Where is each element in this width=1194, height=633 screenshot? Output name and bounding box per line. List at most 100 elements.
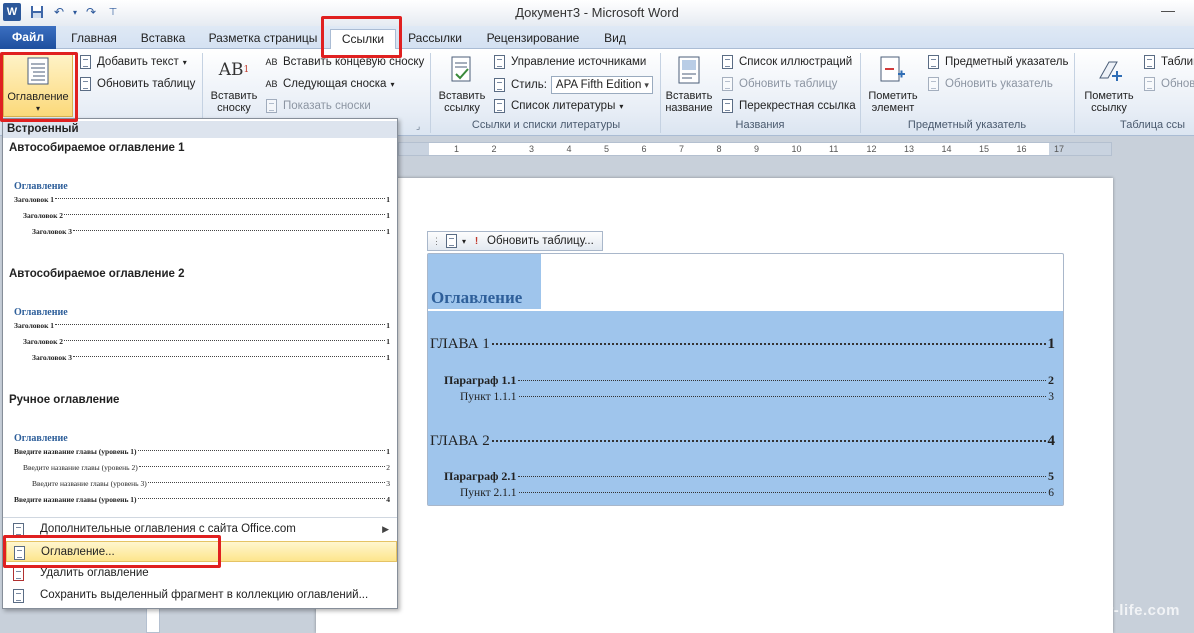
preview-heading: Оглавление: [14, 181, 68, 192]
table-of-figures-label: Список иллюстраций: [739, 56, 853, 68]
toc-entry-text: Пункт 1.1.1: [460, 391, 517, 403]
minimize-icon[interactable]: —: [1156, 2, 1180, 20]
tab-page-layout[interactable]: Разметка страницы: [202, 29, 324, 49]
update-toc-button[interactable]: Обновить таблицу: [78, 77, 195, 91]
window-title: Документ3 - Microsoft Word: [515, 5, 679, 20]
update-table-icon: [78, 77, 93, 91]
ruler-number: 2: [491, 144, 497, 154]
toc-entry-text: Параграф 2.1: [444, 469, 517, 483]
toc-entry-text: Параграф 1.1: [444, 373, 517, 387]
ruler-number: 6: [641, 144, 647, 154]
gallery-section-header: Встроенный: [3, 121, 397, 138]
manage-sources-button[interactable]: Управление источниками: [492, 55, 646, 69]
insert-authorities-label: Таблиц: [1161, 56, 1194, 68]
manual-toc-title: Ручное оглавление: [9, 394, 120, 406]
insert-footnote-button[interactable]: AB 1 Вставить сноску: [206, 53, 262, 115]
insert-citation-label: Вставить ссылку: [438, 90, 486, 114]
citation-style-value: APA Fifth Edition: [555, 79, 642, 91]
group-separator: [430, 53, 431, 133]
remove-toc-item[interactable]: Удалить оглавление: [6, 563, 397, 584]
show-notes-button[interactable]: Показать сноски: [264, 99, 371, 113]
insert-endnote-button[interactable]: AB Вставить концевую сноску: [264, 55, 424, 69]
toc-entry-page: 1: [1047, 336, 1056, 352]
show-notes-label: Показать сноски: [283, 100, 371, 112]
tab-insert[interactable]: Вставка: [132, 29, 194, 49]
insert-citation-button[interactable]: Вставить ссылку: [434, 53, 490, 114]
toc-entry[interactable]: ГЛАВА 2 4: [430, 433, 1055, 450]
tab-references[interactable]: Ссылки: [330, 29, 396, 49]
toc-dialog-icon: [14, 546, 28, 560]
index-group-label: Предметный указатель: [907, 119, 1027, 131]
cross-reference-button[interactable]: Перекрестная ссылка: [720, 99, 856, 113]
insert-index-label: Предметный указатель: [945, 56, 1069, 68]
update-index-button[interactable]: Обновить указатель: [926, 77, 1053, 91]
captions-group-label: Названия: [735, 119, 785, 131]
citation-style-select[interactable]: APA Fifth Edition ▾: [550, 76, 653, 94]
tab-home[interactable]: Главная: [64, 29, 124, 49]
custom-toc-item[interactable]: Оглавление...: [6, 541, 397, 562]
preview-line: Введите название главы (уровень 2) 2: [23, 463, 390, 472]
next-footnote-label: Следующая сноска: [283, 78, 387, 90]
next-footnote-button[interactable]: AB Следующая сноска ▾: [264, 77, 394, 91]
mark-citation-button[interactable]: Пометить ссылку: [1078, 53, 1140, 114]
footnotes-dialog-launcher-icon[interactable]: ⌟: [416, 121, 420, 132]
bibliography-label: Список литературы: [511, 100, 616, 112]
add-text-button[interactable]: Добавить текст ▾: [78, 55, 187, 69]
more-online-toc-item[interactable]: Дополнительные оглавления с сайта Office…: [6, 519, 397, 540]
save-selection-item[interactable]: Сохранить выделенный фрагмент в коллекци…: [6, 585, 397, 606]
toc-menu-dropdown-icon[interactable]: ▾: [462, 237, 466, 246]
watermark: user-life.com: [1080, 602, 1180, 619]
insert-caption-button[interactable]: Вставить название: [662, 53, 716, 114]
add-text-icon: [78, 55, 93, 69]
tab-file[interactable]: Файл: [0, 26, 56, 49]
auto-toc-1-title: Автособираемое оглавление 1: [9, 142, 185, 154]
tab-mailings[interactable]: Рассылки: [402, 29, 468, 49]
insert-caption-label: Вставить название: [665, 90, 713, 114]
ruler-number: 8: [716, 144, 722, 154]
auto-toc-1-preview[interactable]: Оглавление Заголовок 11 Заголовок 21 Заг…: [14, 181, 390, 240]
toc-entry-text: ГЛАВА 2: [430, 433, 490, 449]
preview-line: Заголовок 21: [23, 211, 390, 220]
save-selection-label: Сохранить выделенный фрагмент в коллекци…: [40, 589, 369, 601]
manage-sources-icon: [492, 55, 507, 69]
manual-toc-preview[interactable]: Оглавление Введите название главы (урове…: [14, 433, 390, 508]
preview-line: Введите название главы (уровень 1) 4: [14, 495, 390, 504]
toc-update-button[interactable]: Обновить таблицу...: [487, 235, 594, 247]
toc-entry-page: 6: [1048, 487, 1054, 499]
toc-entry-page: 5: [1048, 469, 1054, 483]
update-authorities-button[interactable]: Обнов: [1142, 77, 1194, 91]
toc-entry[interactable]: Параграф 2.1 5: [444, 469, 1054, 484]
next-footnote-icon: AB: [265, 79, 278, 89]
citation-style-row: Стиль: APA Fifth Edition ▾: [492, 76, 653, 94]
add-text-dropdown-icon: ▾: [182, 57, 187, 67]
update-figures-table-button[interactable]: Обновить таблицу: [720, 77, 837, 91]
toc-entry[interactable]: Пункт 1.1.1 3: [460, 391, 1054, 403]
insert-authorities-button[interactable]: Таблиц: [1142, 55, 1194, 69]
submenu-arrow-icon: ▶: [382, 524, 389, 534]
horizontal-ruler[interactable]: 1 2 3 4 5 6 7 8 9 10 11 12 13 14 15 16 17: [398, 142, 1112, 156]
save-to-gallery-icon: [13, 589, 27, 603]
tab-review[interactable]: Рецензирование: [478, 29, 588, 49]
toc-button[interactable]: Оглавление ▾: [3, 53, 73, 117]
toc-menu-icon[interactable]: [444, 234, 459, 248]
bibliography-button[interactable]: Список литературы ▾: [492, 99, 623, 113]
drag-handle-icon[interactable]: ⋮: [432, 236, 441, 247]
auto-toc-2-title: Автособираемое оглавление 2: [9, 268, 185, 280]
mark-entry-button[interactable]: Пометить элемент: [864, 53, 922, 114]
tab-view[interactable]: Вид: [596, 29, 634, 49]
ruler-number: 16: [1016, 144, 1027, 154]
update-index-icon: [926, 77, 941, 91]
toc-entry[interactable]: Параграф 1.1 2: [444, 373, 1054, 388]
mark-entry-label: Пометить элемент: [868, 90, 918, 114]
insert-index-button[interactable]: Предметный указатель: [926, 55, 1069, 69]
auto-toc-2-preview[interactable]: Оглавление Заголовок 11 Заголовок 21 Заг…: [14, 307, 390, 366]
preview-line: Заголовок 31: [32, 227, 390, 236]
toc-dropdown-icon: ▾: [35, 104, 40, 113]
toc-entry[interactable]: Пункт 2.1.1 6: [460, 487, 1054, 499]
toc-content-control[interactable]: Оглавление ГЛАВА 1 1 Параграф 1.1 2 Пункт …: [427, 253, 1064, 506]
toc-button-label: Оглавление: [7, 91, 69, 103]
cross-reference-icon: [720, 99, 735, 113]
ruler-number: 3: [529, 144, 535, 154]
table-of-figures-button[interactable]: Список иллюстраций: [720, 55, 852, 69]
toc-entry[interactable]: ГЛАВА 1 1: [430, 336, 1055, 353]
